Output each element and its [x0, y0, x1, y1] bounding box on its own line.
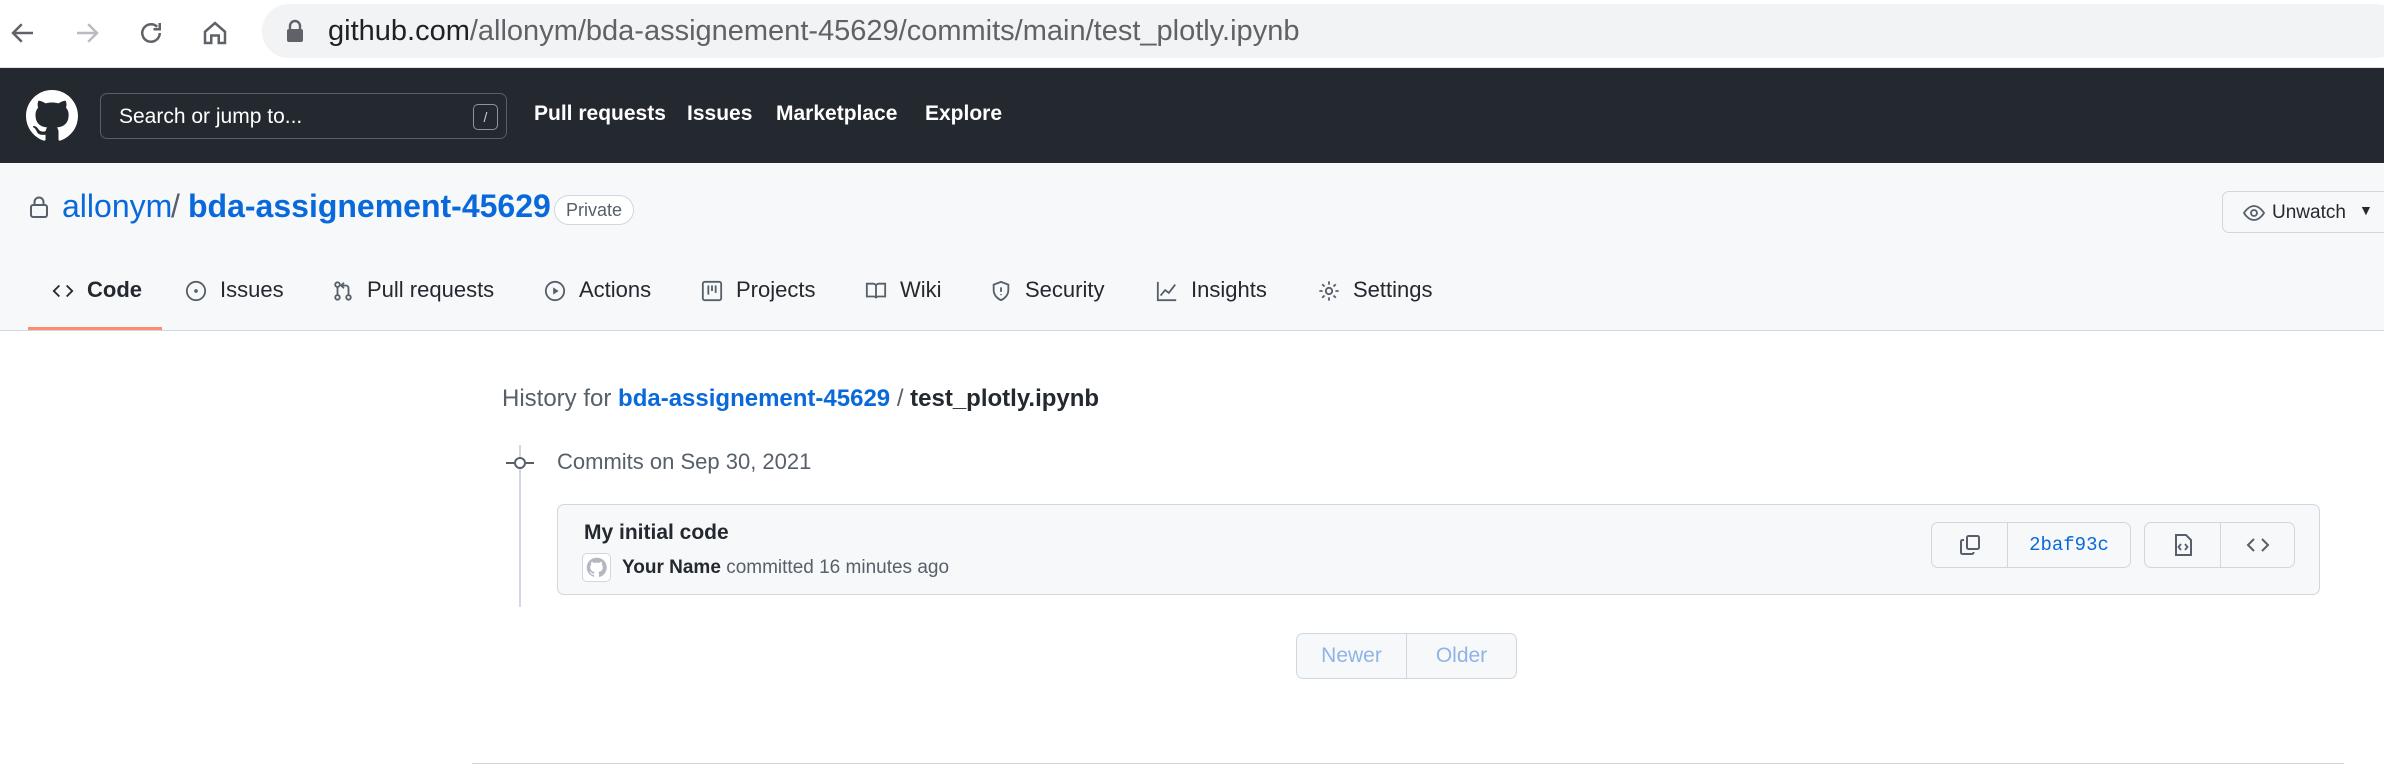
browser-toolbar: github.com/allonym/bda-assignement-45629…	[0, 0, 2384, 68]
history-repo-link[interactable]: bda-assignement-45629	[618, 385, 890, 412]
active-tab-indicator	[28, 327, 162, 330]
repo-header: allonym / bda-assignement-45629 Private …	[0, 163, 2384, 331]
list-item: My initial code Your Name committed 16 m…	[557, 504, 2320, 595]
tab-label: Issues	[220, 277, 284, 302]
commit-time: 16 minutes ago	[819, 557, 950, 578]
history-prefix: History for	[502, 385, 612, 412]
visibility-badge: Private	[554, 195, 635, 225]
unwatch-button[interactable]: Unwatch ▼	[2222, 191, 2384, 233]
wiki-icon	[865, 282, 887, 299]
browse-repo-at-commit-button[interactable]	[2220, 523, 2294, 567]
code-icon	[2246, 538, 2269, 552]
back-arrow-icon[interactable]	[0, 10, 46, 56]
avatar[interactable]	[582, 553, 611, 582]
sha-button-group: 2baf93c	[1931, 522, 2131, 568]
search-input[interactable]: Search or jump to... /	[100, 93, 507, 139]
eye-icon	[2243, 205, 2265, 221]
nav-pull-requests[interactable]: Pull requests	[534, 102, 666, 126]
page-title: History for bda-assignement-45629 / test…	[502, 385, 1099, 413]
repo-owner-link[interactable]: allonym	[62, 188, 172, 225]
tab-label: Pull requests	[367, 277, 495, 302]
nav-explore[interactable]: Explore	[925, 102, 1002, 126]
pull-request-icon	[334, 281, 352, 301]
tab-label: Actions	[579, 277, 652, 302]
commit-author-link[interactable]: Your Name	[622, 557, 721, 578]
chevron-down-icon: ▼	[2359, 202, 2373, 218]
search-placeholder: Search or jump to...	[119, 105, 303, 128]
graph-icon	[1156, 281, 1177, 302]
lock-icon	[287, 19, 303, 42]
tab-label: Insights	[1191, 277, 1267, 302]
forward-arrow-icon[interactable]	[64, 10, 110, 56]
github-logo-icon[interactable]	[26, 90, 78, 142]
github-header: Search or jump to... / Pull requests Iss…	[0, 68, 2384, 163]
url-host: github.com	[328, 15, 470, 47]
repo-name-link[interactable]: bda-assignement-45629	[188, 188, 551, 225]
commits-date-heading: Commits on Sep 30, 2021	[557, 449, 812, 474]
home-icon[interactable]	[192, 10, 238, 56]
unwatch-label: Unwatch	[2272, 202, 2346, 223]
tab-label: Code	[87, 277, 142, 302]
actions-icon	[544, 280, 566, 302]
tab-label: Security	[1025, 277, 1105, 302]
github-avatar-icon	[586, 557, 607, 577]
older-button[interactable]: Older	[1406, 634, 1516, 678]
pagination: Newer Older	[1296, 633, 1517, 679]
shield-icon	[992, 280, 1010, 302]
reload-icon[interactable]	[128, 10, 174, 56]
nav-marketplace[interactable]: Marketplace	[776, 102, 897, 126]
code-icon	[52, 284, 74, 298]
file-code-icon	[2174, 534, 2192, 556]
copy-sha-button[interactable]	[1932, 523, 2007, 567]
commit-sha: 2baf93c	[2029, 534, 2109, 556]
url-text: github.com/allonym/bda-assignement-45629…	[328, 15, 1299, 48]
commit-meta: Your Name committed 16 minutes ago	[622, 557, 949, 579]
commit-message-link[interactable]: My initial code	[584, 521, 729, 545]
copy-icon	[1959, 535, 1980, 555]
commit-action: committed	[726, 557, 814, 578]
history-file-name: test_plotly.ipynb	[910, 385, 1100, 412]
issue-icon	[185, 280, 207, 302]
search-shortcut-key: /	[473, 104, 498, 130]
history-separator: /	[896, 385, 904, 412]
tab-label: Projects	[736, 277, 816, 302]
view-file-at-commit-button[interactable]	[2145, 523, 2220, 567]
gear-icon	[1319, 281, 1339, 301]
divider	[472, 763, 2344, 764]
tab-label: Settings	[1353, 277, 1433, 302]
address-bar[interactable]: github.com/allonym/bda-assignement-45629…	[262, 4, 2384, 58]
projects-icon	[701, 280, 723, 302]
nav-issues[interactable]: Issues	[687, 102, 752, 126]
lock-icon	[30, 196, 48, 218]
commit-sha-link[interactable]: 2baf93c	[2007, 523, 2130, 567]
commit-icon	[506, 457, 534, 469]
tab-label: Wiki	[900, 277, 942, 302]
newer-button[interactable]: Newer	[1297, 634, 1406, 678]
url-path: /allonym/bda-assignement-45629/commits/m…	[469, 15, 1300, 47]
repo-path-separator: /	[171, 188, 180, 224]
browse-button-group	[2144, 522, 2295, 568]
